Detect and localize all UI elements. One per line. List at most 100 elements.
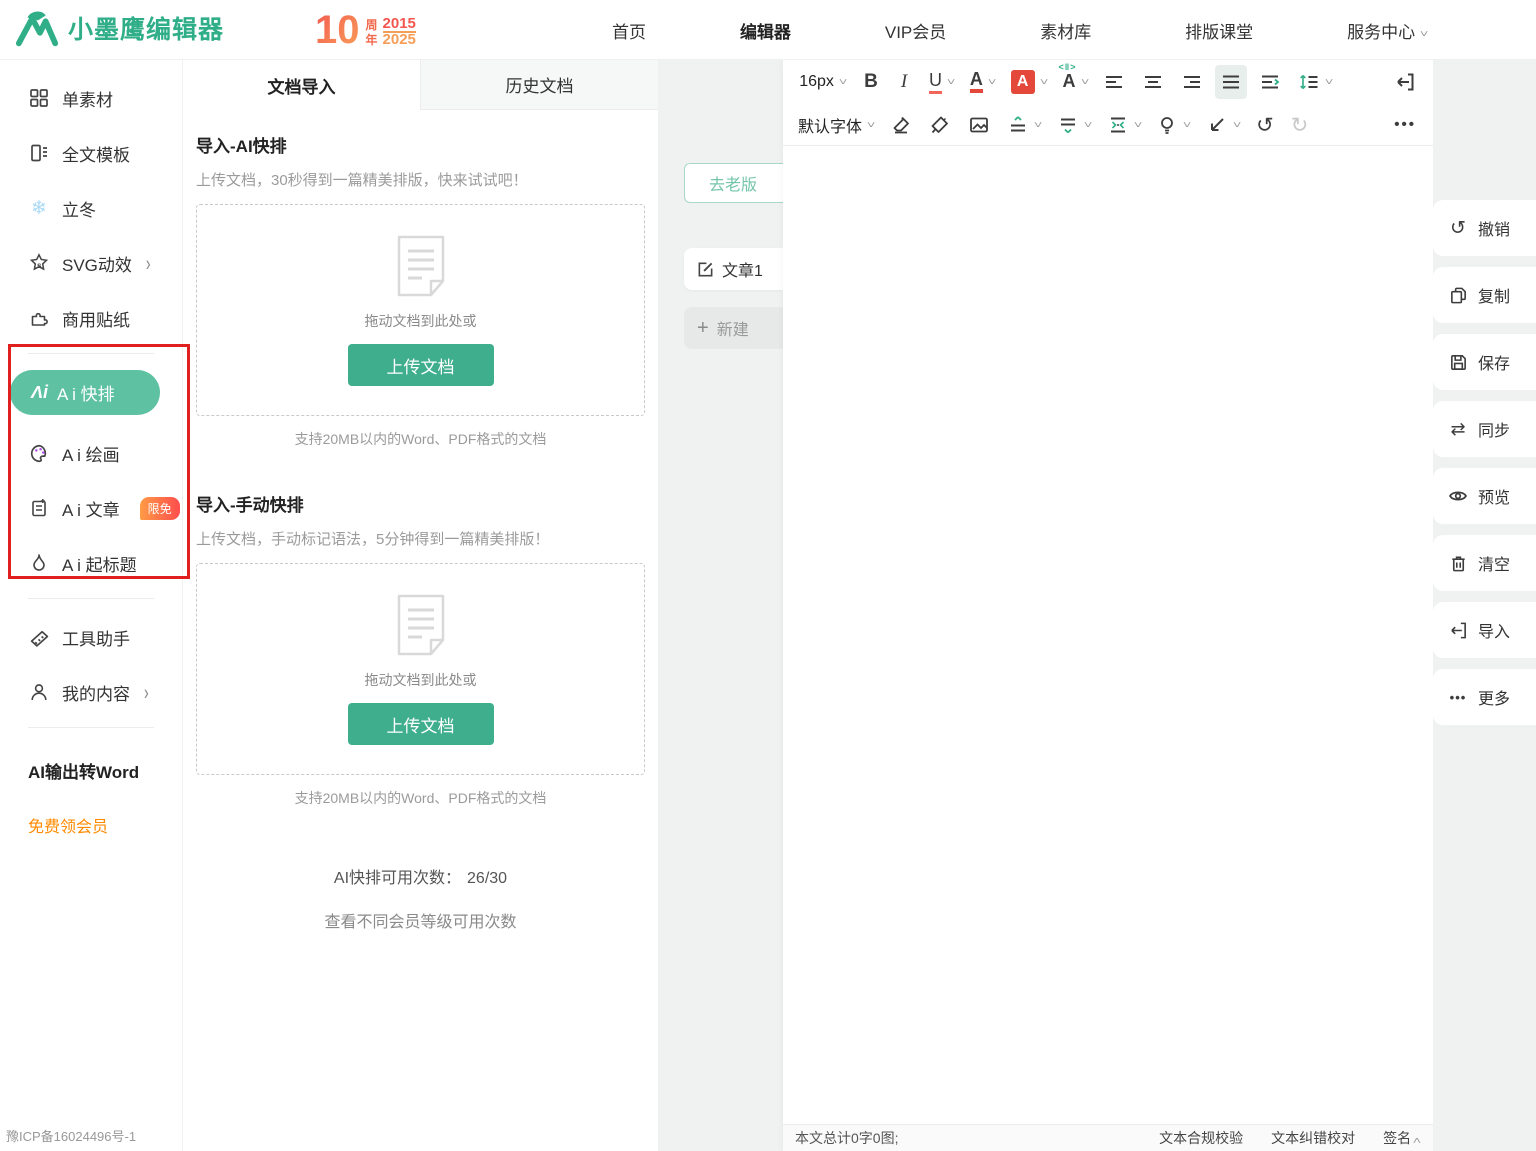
chevron-down-icon: > (1179, 122, 1194, 128)
char-scale-button[interactable]: <‖>A > (1058, 65, 1092, 99)
plus-icon: + (697, 318, 709, 338)
sidebar-item-ai-painting[interactable]: A i 绘画 (28, 436, 182, 470)
undo-action-button[interactable]: ↺ 撤销 (1433, 200, 1536, 256)
ai-import-dropzone[interactable]: 拖动文档到此处或 上传文档 (196, 204, 645, 416)
copy-action-button[interactable]: 复制 (1433, 267, 1536, 323)
align-center-button[interactable] (1137, 65, 1169, 99)
chevron-down-icon: > (834, 79, 849, 85)
new-document-button[interactable]: + 新建 (684, 307, 783, 349)
manual-import-dropzone[interactable]: 拖动文档到此处或 上传文档 (196, 563, 645, 775)
clear-action-button[interactable]: 清空 (1433, 535, 1536, 591)
sidebar-item-lidong[interactable]: ❄ 立冬 (28, 191, 182, 225)
nav-service-center[interactable]: 服务中心> (1347, 18, 1426, 43)
space-after-button[interactable]: > (1052, 108, 1095, 142)
grid-icon (28, 87, 50, 109)
edit-icon (697, 261, 714, 278)
upload-document-button[interactable]: 上传文档 (348, 344, 494, 386)
bold-button[interactable]: B (858, 65, 884, 99)
export-button[interactable] (1389, 65, 1421, 99)
line-height-button[interactable]: > (1293, 65, 1336, 99)
free-vip-link[interactable]: 免费领会员 (28, 813, 182, 837)
import-icon (1448, 620, 1468, 640)
justify-button[interactable] (1215, 65, 1247, 99)
upload-document-button[interactable]: 上传文档 (348, 703, 494, 745)
image-icon[interactable] (963, 108, 995, 142)
redo-button[interactable]: ↻ (1286, 108, 1314, 142)
document-tab-1[interactable]: 文章1 (684, 248, 783, 290)
sidebar-item-stickers[interactable]: 商用贴纸 (28, 301, 182, 335)
format-painter-icon[interactable] (924, 108, 956, 142)
editor-toolbar: 16px> B I U> A> A> <‖>A > (783, 60, 1433, 146)
italic-button[interactable]: I (891, 65, 917, 99)
chevron-down-icon: > (862, 122, 877, 128)
sidebar-divider (28, 727, 154, 728)
drop-hint-text: 拖动文档到此处或 (365, 670, 477, 690)
editor-gutter: 去老版 文章1 + 新建 (658, 60, 783, 1151)
ai-import-subtitle: 上传文档，30秒得到一篇精美排版，快来试试吧！ (196, 169, 645, 190)
drop-hint-text: 拖动文档到此处或 (365, 311, 477, 331)
undo-icon: ↺ (1448, 218, 1468, 238)
eagle-logo-icon (14, 8, 60, 48)
font-color-button[interactable]: A> (965, 65, 999, 99)
letter-spacing-button[interactable]: > (1102, 108, 1145, 142)
sidebar-item-full-template[interactable]: 全文模板 (28, 136, 182, 170)
scale-marks-icon: <‖> (1059, 62, 1085, 72)
legacy-version-button[interactable]: 去老版 (684, 163, 783, 203)
space-before-button[interactable]: > (1002, 108, 1045, 142)
lightbulb-button[interactable]: > (1151, 108, 1194, 142)
font-family-select[interactable]: 默认字体> (793, 108, 878, 142)
ai-to-word-link[interactable]: AI输出转Word (28, 758, 182, 783)
sidebar-divider (28, 353, 154, 354)
nav-vip[interactable]: VIP会员 (885, 18, 946, 43)
format-hint: 支持20MB以内的Word、PDF格式的文档 (196, 429, 645, 449)
editor-statusbar: 本文总计0字0图; 文本合规校验 文本纠错校对 签名> (783, 1124, 1433, 1151)
sidebar-item-ai-article[interactable]: A i 文章 限免 (28, 491, 182, 525)
eraser-icon[interactable] (885, 108, 917, 142)
more-action-button[interactable]: ••• 更多 (1433, 669, 1536, 725)
chevron-up-icon: > (1410, 1138, 1425, 1144)
nav-home[interactable]: 首页 (612, 18, 646, 43)
undo-button[interactable]: ↺ (1251, 108, 1279, 142)
anniversary-number: 10 (315, 6, 360, 54)
flame-icon (28, 552, 50, 574)
highlight-color-button[interactable]: A> (1006, 65, 1051, 99)
save-icon (1448, 352, 1468, 372)
underline-button[interactable]: U> (924, 65, 958, 99)
icp-number: 豫ICP备16024496号-1 (6, 1126, 136, 1145)
indent-button[interactable] (1254, 65, 1286, 99)
template-icon (28, 142, 50, 164)
sidebar-item-tools[interactable]: 工具助手 (28, 620, 182, 654)
chevron-down-icon: > (1321, 79, 1336, 85)
quota-counter: AI快排可用次数：26/30 (196, 864, 645, 888)
sidebar-item-single-material[interactable]: 单素材 (28, 81, 182, 115)
anniversary-year-to: 2025 (383, 33, 416, 47)
compliance-check-link[interactable]: 文本合规校验 (1159, 1128, 1243, 1148)
editor-canvas[interactable] (783, 146, 1433, 1124)
nav-materials[interactable]: 素材库 (1040, 18, 1091, 43)
insert-corner-button[interactable]: > (1201, 108, 1244, 142)
app-logo[interactable]: 小墨鹰编辑器 (14, 8, 224, 48)
quota-tiers-link[interactable]: 查看不同会员等级可用次数 (196, 908, 645, 932)
tab-history-docs[interactable]: 历史文档 (420, 60, 658, 110)
sidebar-item-svg-effects[interactable]: s SVG动效 › (28, 246, 182, 280)
more-tools-button[interactable]: ••• (1389, 108, 1421, 142)
sidebar-item-ai-title[interactable]: A i 起标题 (28, 546, 182, 580)
save-action-button[interactable]: 保存 (1433, 334, 1536, 390)
sidebar-item-ai-kuaipai[interactable]: Λi A i 快排 (10, 370, 160, 415)
sync-icon: ⇄ (1448, 419, 1468, 439)
proofread-link[interactable]: 文本纠错校对 (1271, 1128, 1355, 1148)
star-icon: s (28, 252, 50, 274)
sync-action-button[interactable]: ⇄ 同步 (1433, 401, 1536, 457)
puzzle-icon (28, 307, 50, 329)
tab-doc-import[interactable]: 文档导入 (183, 60, 420, 110)
nav-courses[interactable]: 排版课堂 (1185, 18, 1253, 43)
font-size-select[interactable]: 16px> (793, 65, 851, 99)
signature-toggle[interactable]: 签名> (1383, 1128, 1421, 1148)
chevron-right-icon: › (146, 251, 151, 275)
nav-editor[interactable]: 编辑器 (740, 18, 791, 43)
align-left-button[interactable] (1098, 65, 1130, 99)
align-right-button[interactable] (1176, 65, 1208, 99)
preview-action-button[interactable]: 预览 (1433, 468, 1536, 524)
import-action-button[interactable]: 导入 (1433, 602, 1536, 658)
sidebar-item-my-content[interactable]: 我的内容 › (28, 675, 182, 709)
